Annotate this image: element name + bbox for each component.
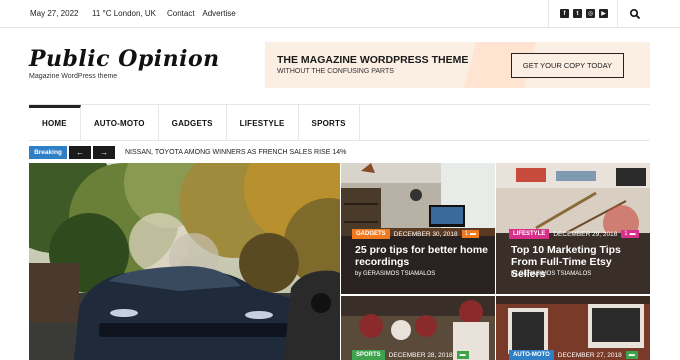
banner-title: THE MAGAZINE WORDPRESS THEME: [277, 54, 469, 66]
site-logo[interactable]: Public Opinion: [29, 46, 220, 72]
instagram-icon[interactable]: ◎: [586, 9, 595, 18]
post-title[interactable]: 25 pro tips for better home recordings: [355, 244, 490, 268]
post-meta: LIFESTYLE DECEMBER 29, 2018 1 ▬: [509, 229, 639, 239]
comment-count-value: 1: [464, 231, 468, 237]
post-date: DECEMBER 29, 2018: [553, 230, 618, 238]
twitter-icon[interactable]: t: [573, 9, 582, 18]
breaking-label: Breaking: [29, 145, 67, 159]
advertise-link[interactable]: Advertise: [202, 9, 235, 18]
social-icons: f t ◎ ▶: [560, 9, 608, 18]
post-date: DECEMBER 28, 2018: [388, 351, 453, 359]
promo-banner[interactable]: THE MAGAZINE WORDPRESS THEME WITHOUT THE…: [265, 42, 650, 88]
author-name[interactable]: GERASIMOS TSIAMALOS: [363, 271, 435, 277]
comment-icon: ▬: [628, 352, 635, 358]
top-links: Contact Advertise: [167, 9, 242, 18]
post-author: by GERASIMOS TSIAMALOS: [355, 271, 435, 277]
facebook-icon[interactable]: f: [560, 9, 569, 18]
author-prefix: by: [355, 271, 362, 277]
post-meta: SPORTS DECEMBER 28, 2018 ▬: [352, 350, 469, 360]
post-card[interactable]: SPORTS DECEMBER 28, 2018 ▬: [341, 296, 495, 360]
post-card[interactable]: LIFESTYLE DECEMBER 29, 2018 1 ▬ Top 10 Ma…: [496, 163, 650, 294]
post-date: DECEMBER 27, 2018: [557, 351, 622, 359]
category-badge[interactable]: LIFESTYLE: [509, 229, 550, 239]
divider: [548, 0, 549, 28]
post-card[interactable]: GADGETS DECEMBER 30, 2018 1 ▬ 25 pro tips…: [341, 163, 495, 294]
site-tagline: Magazine WordPress theme: [29, 73, 118, 80]
author-name[interactable]: GERASIMOS TSIAMALOS: [519, 271, 591, 277]
divider: [617, 0, 618, 28]
post-card[interactable]: AUTO-MOTO DECEMBER 27, 2018 ▬: [496, 296, 650, 360]
comment-count[interactable]: 1 ▬: [621, 230, 639, 238]
youtube-icon[interactable]: ▶: [599, 9, 608, 18]
ticker-next-button[interactable]: →: [93, 145, 115, 159]
breaking-headline[interactable]: NISSAN, TOYOTA AMONG WINNERS AS FRENCH S…: [125, 149, 346, 156]
nav-item-auto-moto[interactable]: AUTO-MOTO: [81, 105, 159, 141]
breaking-news-ticker: Breaking ← → NISSAN, TOYOTA AMONG WINNER…: [29, 145, 346, 159]
ticker-prev-button[interactable]: ←: [69, 145, 91, 159]
post-date: DECEMBER 30, 2018: [393, 230, 458, 238]
comment-icon: ▬: [629, 231, 636, 237]
contact-link[interactable]: Contact: [167, 9, 195, 18]
comment-count[interactable]: ▬: [625, 351, 638, 359]
author-prefix: by: [511, 271, 518, 277]
search-icon[interactable]: [629, 8, 641, 20]
comment-icon: ▬: [469, 231, 476, 237]
comment-count[interactable]: ▬: [456, 351, 469, 359]
category-badge[interactable]: AUTO-MOTO: [509, 350, 554, 360]
comment-count-value: 1: [624, 231, 628, 237]
top-bar: May 27, 2022 11 °C London, UK Contact Ad…: [0, 0, 680, 28]
featured-post-image[interactable]: [29, 163, 340, 360]
post-meta: AUTO-MOTO DECEMBER 27, 2018 ▬: [509, 350, 638, 360]
main-navigation: HOME AUTO-MOTO GADGETS LIFESTYLE SPORTS: [29, 104, 650, 141]
category-badge[interactable]: GADGETS: [352, 229, 390, 239]
comment-count[interactable]: 1 ▬: [461, 230, 479, 238]
current-date: May 27, 2022: [30, 9, 79, 18]
post-meta: GADGETS DECEMBER 30, 2018 1 ▬: [352, 229, 479, 239]
nav-item-sports[interactable]: SPORTS: [299, 105, 360, 141]
post-author: by GERASIMOS TSIAMALOS: [511, 271, 591, 277]
category-badge[interactable]: SPORTS: [352, 350, 385, 360]
banner-subtitle: WITHOUT THE CONFUSING PARTS: [277, 68, 394, 75]
nav-item-home[interactable]: HOME: [29, 105, 81, 141]
get-copy-button[interactable]: GET YOUR COPY TODAY: [511, 53, 624, 78]
weather-widget: 11 °C London, UK: [92, 9, 156, 18]
car-photo: [29, 163, 340, 360]
nav-item-gadgets[interactable]: GADGETS: [159, 105, 227, 141]
nav-item-lifestyle[interactable]: LIFESTYLE: [227, 105, 299, 141]
comment-icon: ▬: [459, 352, 466, 358]
